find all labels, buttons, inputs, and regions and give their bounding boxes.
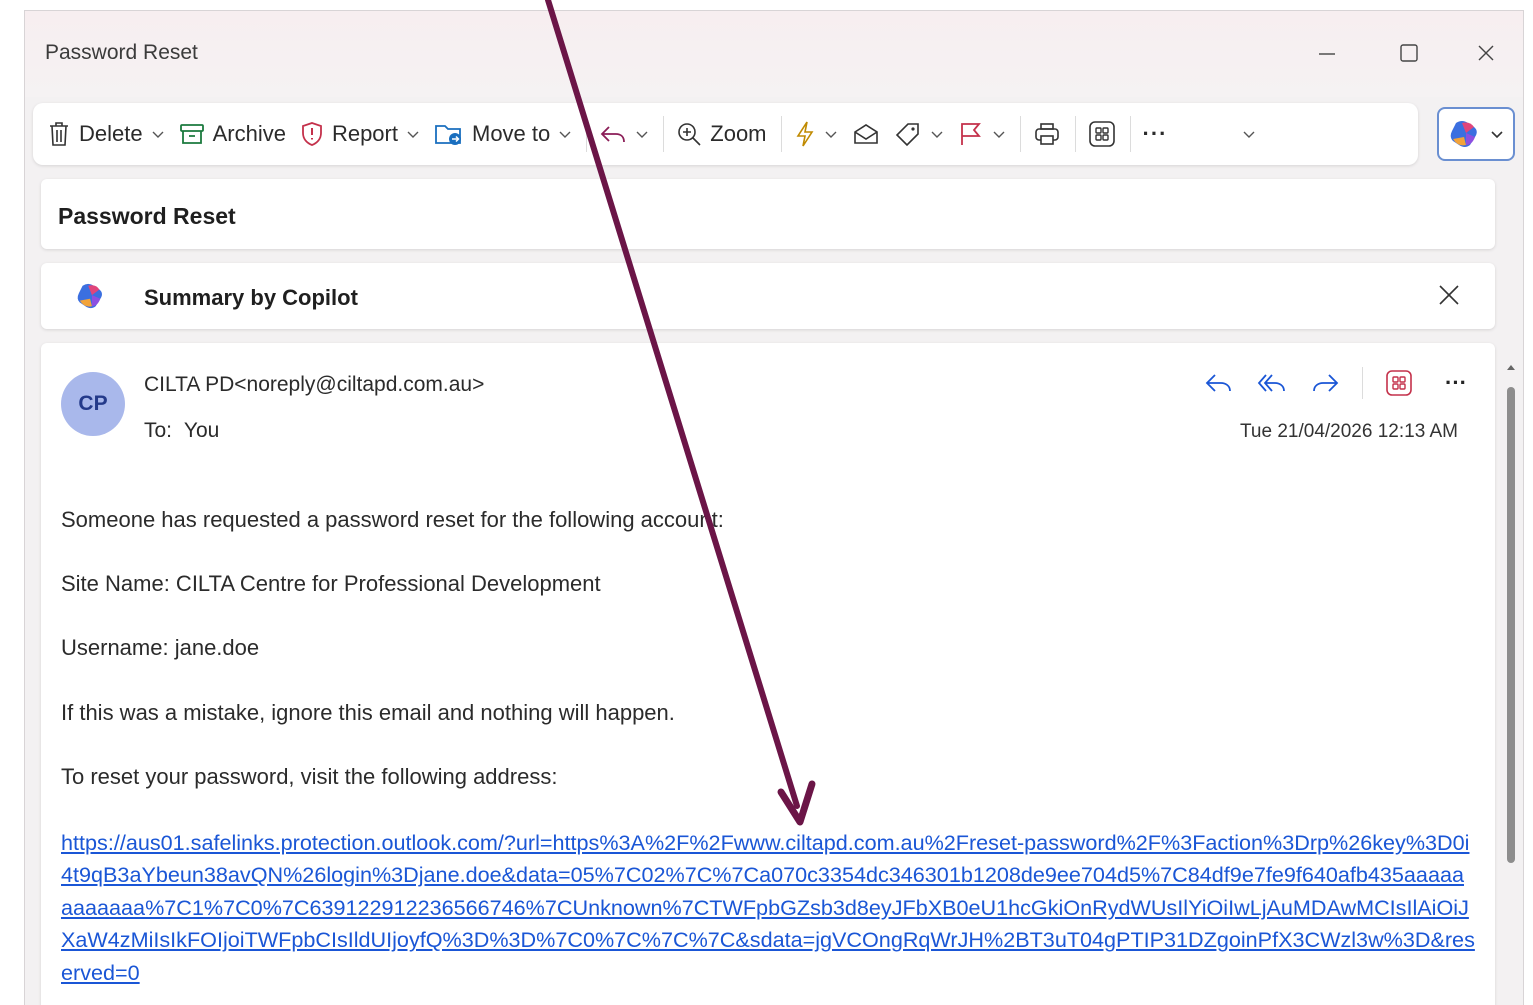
chevron-down-icon — [825, 131, 837, 138]
more-actions-icon[interactable]: ··· — [1445, 370, 1467, 396]
body-line: If this was a mistake, ignore this email… — [61, 700, 675, 725]
message-toolbar: Delete Archive Report Move to Zoom ··· — [33, 103, 1418, 165]
toolbar-divider — [1074, 116, 1076, 152]
flag-button[interactable] — [958, 121, 1006, 147]
chevron-down-icon — [1491, 131, 1503, 139]
apps-button[interactable] — [1088, 120, 1116, 148]
chevron-down-icon — [993, 131, 1005, 138]
zoom-label: Zoom — [710, 121, 767, 146]
toolbar-divider — [663, 116, 665, 152]
forward-icon[interactable] — [1310, 371, 1340, 395]
message-scrollbar[interactable] — [1504, 349, 1518, 1005]
delete-label: Delete — [79, 121, 143, 146]
chevron-down-icon — [152, 131, 164, 138]
sender-address[interactable]: CILTA PD<noreply@ciltapd.com.au> — [144, 373, 484, 397]
body-line: Username: jane.doe — [61, 635, 260, 660]
close-icon[interactable] — [1466, 37, 1506, 69]
more-icon: ··· — [1142, 121, 1168, 146]
lightning-icon — [796, 121, 813, 147]
chevron-down-icon — [636, 131, 648, 138]
reply-icon — [600, 126, 626, 143]
copilot-summary-bar[interactable]: Summary by Copilot — [41, 263, 1495, 329]
quick-steps-button[interactable] — [794, 120, 838, 148]
apps-icon — [1088, 121, 1115, 147]
message-pane: CP CILTA PD<noreply@ciltapd.com.au> To: … — [41, 343, 1495, 1005]
toolbar-divider — [780, 116, 782, 152]
reply-icon[interactable] — [1204, 371, 1234, 395]
toolbar-divider — [1129, 116, 1131, 152]
avatar: CP — [61, 372, 125, 436]
folder-move-icon — [435, 125, 461, 145]
email-window: Password Reset Delete Archive Report Mov… — [24, 10, 1524, 1005]
reply-all-icon[interactable] — [1256, 371, 1288, 395]
archive-button[interactable]: Archive — [179, 121, 286, 147]
archive-label: Archive — [212, 121, 286, 146]
recipient-line: To: You — [144, 419, 219, 443]
title-bar: Password Reset — [25, 11, 1523, 97]
toolbar-overflow-button[interactable] — [1242, 127, 1256, 141]
message-date: Tue 21/04/2026 12:13 AM — [1240, 421, 1458, 442]
flag-icon — [960, 123, 981, 145]
printer-icon — [1034, 123, 1059, 145]
chevron-down-icon — [559, 131, 571, 138]
toolbar-divider — [586, 116, 588, 152]
copilot-summary-label: Summary by Copilot — [144, 285, 358, 310]
print-button[interactable] — [1033, 121, 1061, 147]
to-label: To: — [144, 419, 173, 442]
copilot-button[interactable] — [1437, 107, 1515, 161]
password-reset-link[interactable]: https://aus01.safelinks.protection.outlo… — [61, 827, 1475, 989]
categorize-button[interactable] — [894, 121, 944, 147]
close-summary-icon[interactable] — [1437, 283, 1461, 312]
zoom-button[interactable]: Zoom — [676, 121, 767, 147]
actions-divider — [1362, 367, 1364, 399]
copilot-icon — [77, 283, 102, 309]
scrollbar-thumb[interactable] — [1507, 387, 1515, 863]
copilot-icon — [1450, 121, 1477, 147]
body-line: Someone has requested a password reset f… — [61, 507, 724, 532]
mark-read-button[interactable] — [852, 122, 880, 146]
email-subject: Password Reset — [58, 203, 236, 229]
envelope-open-icon — [853, 124, 878, 144]
chevron-down-icon — [407, 131, 419, 138]
apps-icon[interactable] — [1385, 369, 1413, 397]
zoom-in-icon — [678, 123, 701, 146]
more-options-button[interactable]: ··· — [1143, 121, 1168, 147]
move-to-label: Move to — [472, 121, 551, 146]
maximize-icon[interactable] — [1389, 37, 1429, 69]
chevron-down-icon — [931, 131, 943, 138]
subject-bar: Password Reset — [41, 179, 1495, 249]
scroll-up-icon[interactable] — [1506, 363, 1516, 371]
toolbar-divider — [1019, 116, 1021, 152]
tag-icon — [895, 123, 919, 147]
chevron-down-icon — [1243, 131, 1254, 138]
delete-button[interactable]: Delete — [47, 121, 165, 147]
trash-icon — [50, 122, 68, 146]
body-line: To reset your password, visit the follow… — [61, 764, 558, 789]
body-line: Site Name: CILTA Centre for Professional… — [61, 571, 601, 596]
reply-button[interactable] — [599, 123, 649, 145]
report-label: Report — [331, 121, 398, 146]
report-button[interactable]: Report — [300, 121, 420, 147]
window-title: Password Reset — [45, 41, 198, 64]
archive-icon — [179, 124, 204, 144]
shield-icon — [302, 122, 322, 146]
message-actions: ··· — [1204, 367, 1467, 399]
move-to-button[interactable]: Move to — [434, 121, 572, 147]
minimize-icon[interactable] — [1307, 37, 1347, 69]
to-value[interactable]: You — [184, 419, 219, 442]
